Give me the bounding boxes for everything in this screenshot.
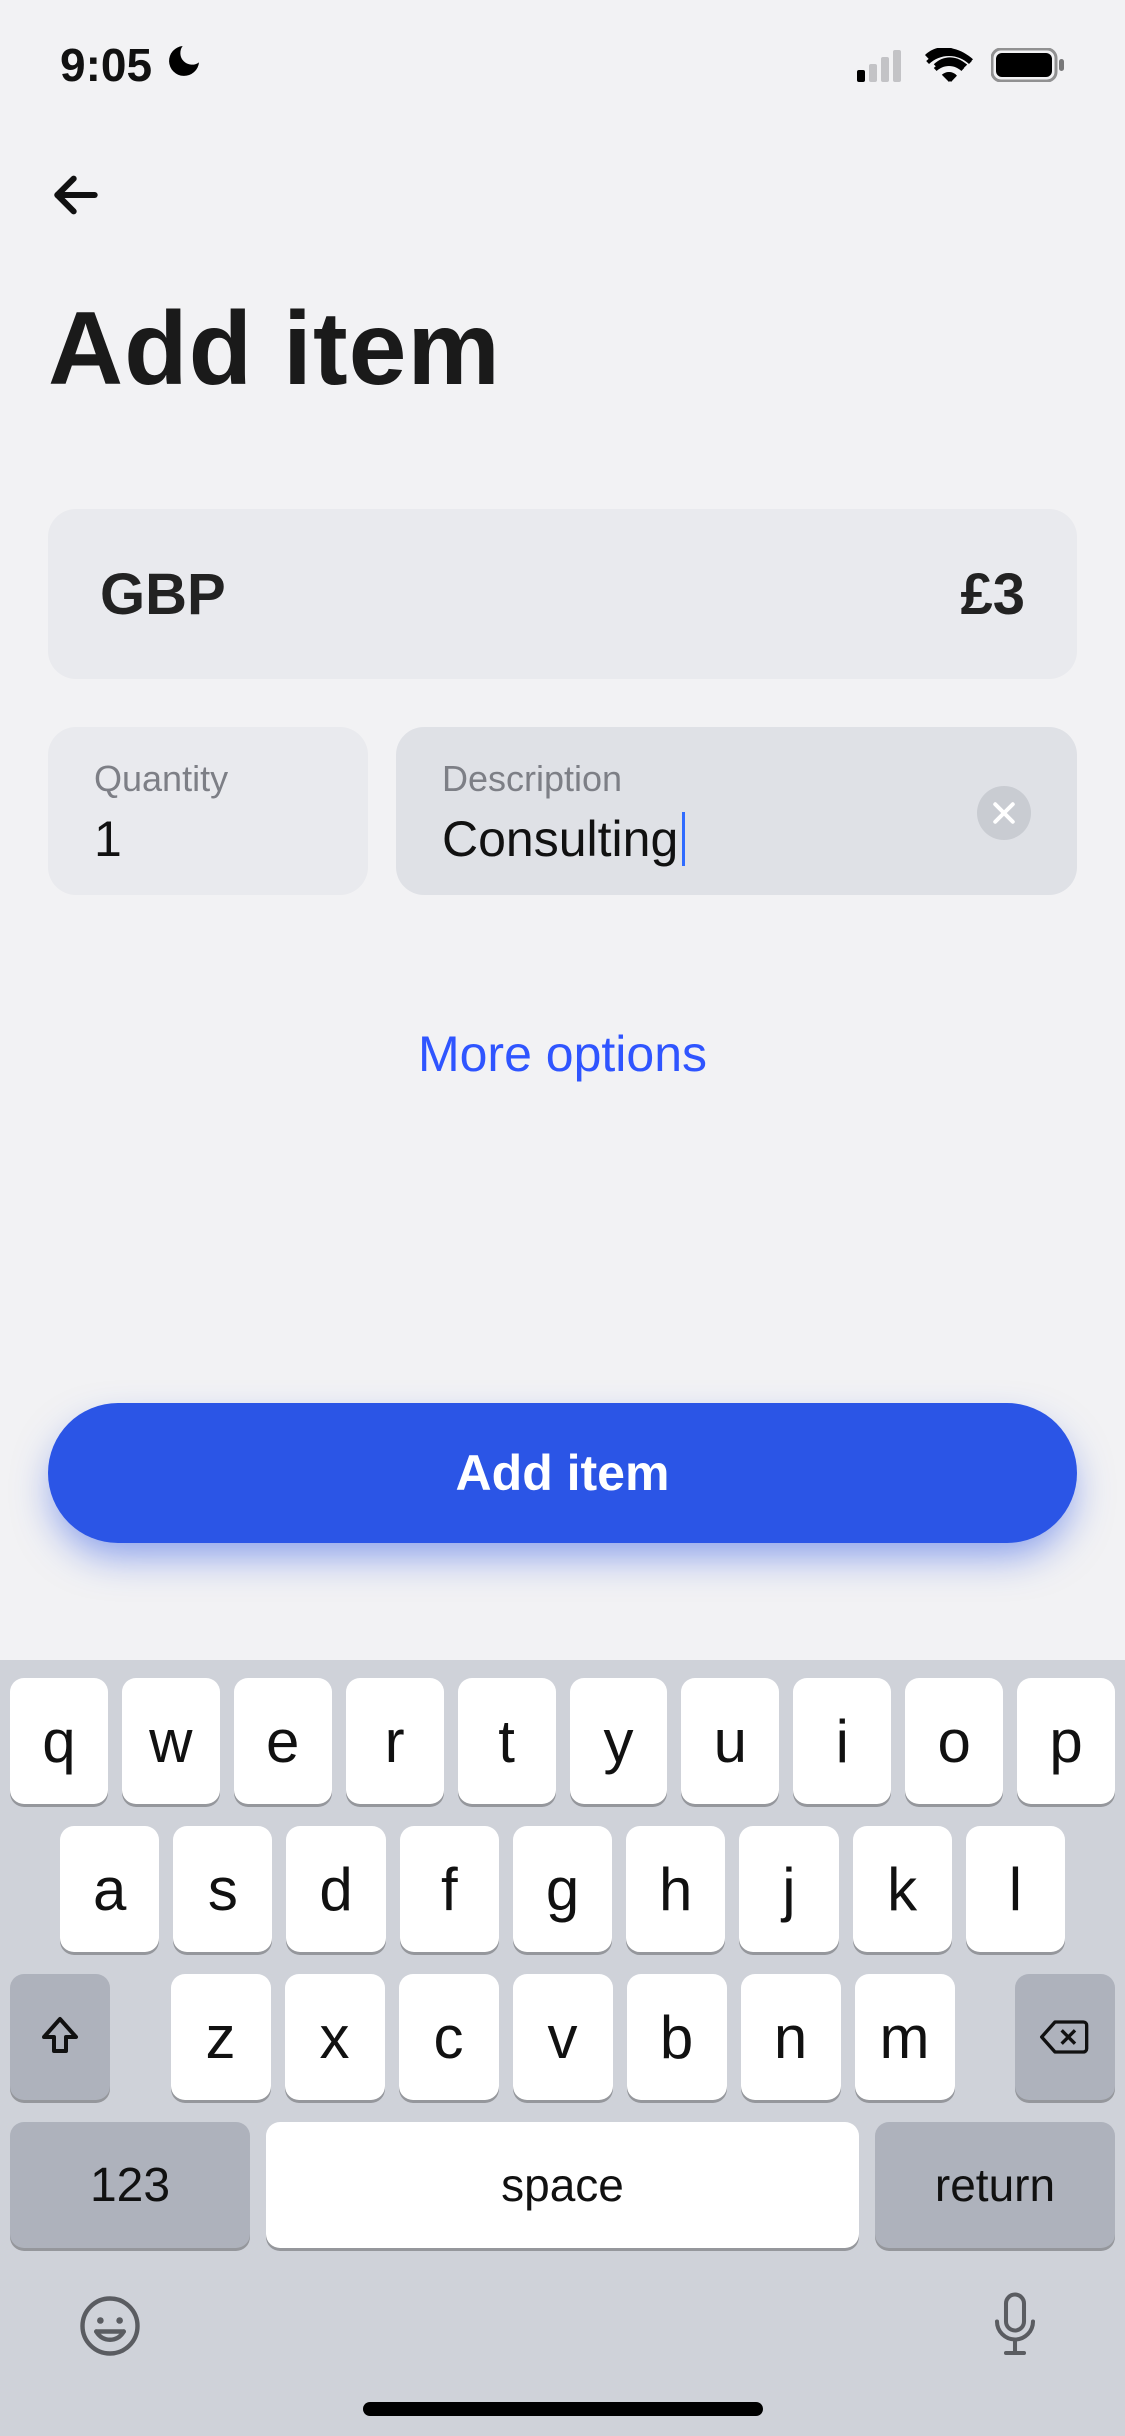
description-field[interactable]: Description Consulting bbox=[396, 727, 1077, 895]
key-123[interactable]: 123 bbox=[10, 2122, 250, 2248]
key-y[interactable]: y bbox=[570, 1678, 668, 1804]
key-s[interactable]: s bbox=[173, 1826, 272, 1952]
quantity-field[interactable]: Quantity 1 bbox=[48, 727, 368, 895]
key-f[interactable]: f bbox=[400, 1826, 499, 1952]
clear-description-button[interactable] bbox=[977, 786, 1031, 840]
keyboard-row-4: 123 space return bbox=[10, 2122, 1115, 2248]
key-n[interactable]: n bbox=[741, 1974, 841, 2100]
status-time: 9:05 bbox=[60, 38, 152, 92]
key-backspace[interactable] bbox=[1015, 1974, 1115, 2100]
key-v[interactable]: v bbox=[513, 1974, 613, 2100]
key-space[interactable]: space bbox=[266, 2122, 859, 2248]
key-d[interactable]: d bbox=[286, 1826, 385, 1952]
keyboard-row-1: q w e r t y u i o p bbox=[10, 1678, 1115, 1804]
currency-amount-field[interactable]: GBP £3 bbox=[48, 509, 1077, 679]
key-k[interactable]: k bbox=[853, 1826, 952, 1952]
status-right bbox=[857, 48, 1065, 82]
home-indicator[interactable] bbox=[363, 2402, 763, 2416]
key-o[interactable]: o bbox=[905, 1678, 1003, 1804]
moon-icon bbox=[164, 38, 204, 92]
dictation-button[interactable] bbox=[975, 2286, 1055, 2366]
back-button[interactable] bbox=[48, 160, 118, 230]
add-item-button[interactable]: Add item bbox=[48, 1403, 1077, 1543]
key-l[interactable]: l bbox=[966, 1826, 1065, 1952]
key-i[interactable]: i bbox=[793, 1678, 891, 1804]
key-g[interactable]: g bbox=[513, 1826, 612, 1952]
key-u[interactable]: u bbox=[681, 1678, 779, 1804]
key-p[interactable]: p bbox=[1017, 1678, 1115, 1804]
wifi-icon bbox=[925, 48, 973, 82]
amount-value: £3 bbox=[960, 561, 1025, 628]
status-bar: 9:05 bbox=[0, 0, 1125, 130]
keyboard-bottom bbox=[10, 2248, 1115, 2386]
quantity-label: Quantity bbox=[94, 758, 322, 800]
quantity-value: 1 bbox=[94, 810, 322, 868]
key-r[interactable]: r bbox=[346, 1678, 444, 1804]
key-a[interactable]: a bbox=[60, 1826, 159, 1952]
battery-icon bbox=[991, 48, 1065, 82]
description-value: Consulting bbox=[442, 810, 678, 868]
text-caret bbox=[682, 812, 685, 866]
key-return[interactable]: return bbox=[875, 2122, 1115, 2248]
keyboard-row-3: z x c v b n m bbox=[10, 1974, 1115, 2100]
key-m[interactable]: m bbox=[855, 1974, 955, 2100]
currency-code: GBP bbox=[100, 561, 226, 628]
more-options-link[interactable]: More options bbox=[48, 1025, 1077, 1083]
status-left: 9:05 bbox=[60, 38, 204, 92]
key-h[interactable]: h bbox=[626, 1826, 725, 1952]
key-t[interactable]: t bbox=[458, 1678, 556, 1804]
key-j[interactable]: j bbox=[739, 1826, 838, 1952]
key-w[interactable]: w bbox=[122, 1678, 220, 1804]
keyboard: q w e r t y u i o p a s d f g h j k l z … bbox=[0, 1660, 1125, 2436]
key-z[interactable]: z bbox=[171, 1974, 271, 2100]
key-b[interactable]: b bbox=[627, 1974, 727, 2100]
key-q[interactable]: q bbox=[10, 1678, 108, 1804]
cellular-icon bbox=[857, 48, 907, 82]
key-c[interactable]: c bbox=[399, 1974, 499, 2100]
emoji-button[interactable] bbox=[70, 2286, 150, 2366]
description-label: Description bbox=[442, 758, 977, 800]
key-shift[interactable] bbox=[10, 1974, 110, 2100]
page-title: Add item bbox=[48, 290, 1077, 409]
key-x[interactable]: x bbox=[285, 1974, 385, 2100]
key-e[interactable]: e bbox=[234, 1678, 332, 1804]
keyboard-row-2: a s d f g h j k l bbox=[10, 1826, 1115, 1952]
